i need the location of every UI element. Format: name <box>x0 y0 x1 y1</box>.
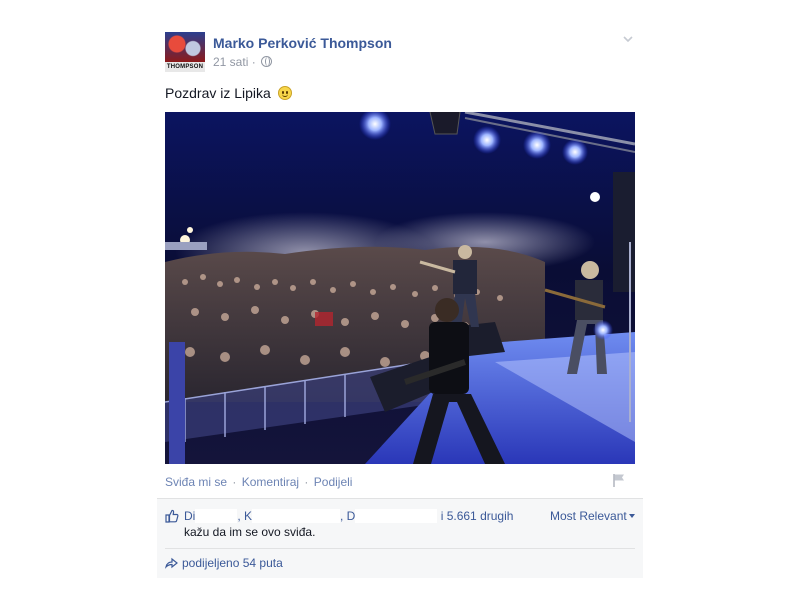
post-timestamp-link[interactable]: 21 sati <box>213 55 248 69</box>
liker-name-link[interactable]: , K <box>237 509 252 523</box>
sort-comments-dropdown[interactable]: Most Relevant <box>550 508 635 524</box>
post-meta: 21 sati · <box>213 55 273 69</box>
ufi-top-border <box>157 498 643 499</box>
report-flag-icon[interactable] <box>612 473 626 487</box>
comment-link[interactable]: Komentiraj <box>242 475 299 489</box>
ufi-panel: Di , K , D i 5.661 drugih kažu da im se ov… <box>157 498 643 578</box>
other-likers-link[interactable]: i 5.661 drugih <box>441 509 514 523</box>
redacted-name <box>355 509 438 523</box>
share-arrow-icon <box>165 557 178 569</box>
caret-down-icon <box>628 514 635 518</box>
like-thumb-icon <box>165 509 179 523</box>
redacted-name <box>195 509 238 523</box>
post-photo-concert-stage[interactable] <box>165 112 635 464</box>
liker-name-link[interactable]: , D <box>340 509 355 523</box>
post-options-chevron-icon[interactable] <box>623 34 633 44</box>
ufi-divider <box>165 548 635 549</box>
liker-name-link[interactable]: Di <box>184 509 195 523</box>
globe-icon[interactable] <box>261 56 273 67</box>
shares-count-text: podijeljeno 54 puta <box>182 556 283 570</box>
smiley-emoji-icon <box>277 86 292 100</box>
likers-line: Di , K , D i 5.661 drugih <box>184 508 513 524</box>
sort-label: Most Relevant <box>550 509 627 523</box>
post-actions: Sviđa mi se · Komentiraj · Podijeli <box>165 475 353 489</box>
post-message: Pozdrav iz Lipika <box>165 85 292 101</box>
like-link[interactable]: Sviđa mi se <box>165 475 227 489</box>
author-avatar[interactable]: THOMPSON <box>165 32 205 72</box>
redacted-name <box>252 509 341 523</box>
post-message-text: Pozdrav iz Lipika <box>165 85 271 101</box>
avatar-image <box>165 32 205 62</box>
avatar-text: THOMPSON <box>165 62 205 72</box>
shares-count-link[interactable]: podijeljeno 54 puta <box>165 556 283 570</box>
share-link[interactable]: Podijeli <box>314 475 353 489</box>
author-name-link[interactable]: Marko Perković Thompson <box>213 35 392 51</box>
likes-line2: kažu da im se ovo sviđa. <box>184 525 316 539</box>
